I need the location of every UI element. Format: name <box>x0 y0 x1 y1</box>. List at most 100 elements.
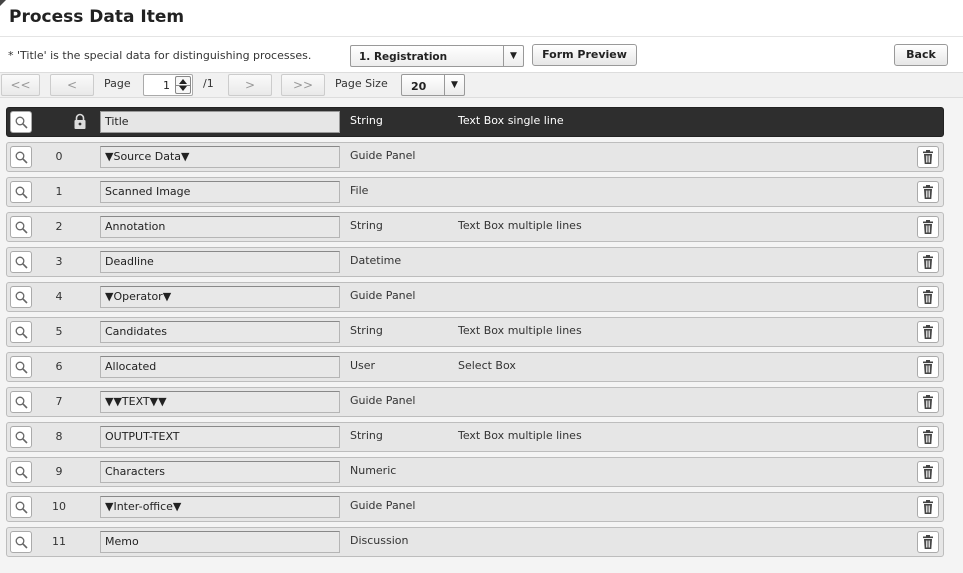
data-item-name[interactable]: OUTPUT-TEXT <box>100 426 340 448</box>
data-item-index: 8 <box>55 430 63 443</box>
page-number-input[interactable]: 1 <box>143 74 193 96</box>
data-item-name[interactable]: ▼▼TEXT▼▼ <box>100 391 340 413</box>
data-item-type: Numeric <box>350 464 397 477</box>
data-item-row: 2 Annotation String Text Box multiple lines <box>6 212 944 242</box>
magnifier-icon[interactable] <box>10 251 32 273</box>
data-item-type: Datetime <box>350 254 402 267</box>
magnifier-icon[interactable] <box>10 321 32 343</box>
chevron-down-icon[interactable]: ▼ <box>503 46 523 66</box>
data-item-name[interactable]: Deadline <box>100 251 340 273</box>
data-item-index: 10 <box>52 500 66 513</box>
data-item-type: String <box>350 324 383 337</box>
trash-icon[interactable] <box>917 496 939 518</box>
page-spinner[interactable] <box>175 76 191 94</box>
back-button[interactable]: Back <box>894 44 948 66</box>
data-item-index: 9 <box>55 465 63 478</box>
magnifier-icon[interactable] <box>10 146 32 168</box>
magnifier-icon[interactable] <box>10 181 32 203</box>
data-item-control: Text Box multiple lines <box>458 219 582 232</box>
data-item-index: 3 <box>55 255 63 268</box>
data-item-row: 5 Candidates String Text Box multiple lines <box>6 317 944 347</box>
magnifier-icon[interactable] <box>10 356 32 378</box>
last-page-button[interactable]: >> <box>281 74 325 96</box>
data-item-row: 4 ▼Operator▼ Guide Panel <box>6 282 944 312</box>
page-size-value: 20 <box>411 80 427 93</box>
data-item-control: Text Box multiple lines <box>458 324 582 337</box>
data-item-name[interactable]: ▼Source Data▼ <box>100 146 340 168</box>
toolbar: * 'Title' is the special data for distin… <box>0 37 963 72</box>
magnifier-icon[interactable] <box>10 286 32 308</box>
data-item-name[interactable]: Candidates <box>100 321 340 343</box>
data-item-name[interactable]: Memo <box>100 531 340 553</box>
pagination-bar: << < Page 1 /1 > >> Page Size 20 ▼ <box>0 72 963 98</box>
data-item-type: Discussion <box>350 534 409 547</box>
form-select-value: 1. Registration <box>359 51 448 63</box>
next-page-button[interactable]: > <box>228 74 272 96</box>
data-item-row: 10 ▼Inter-office▼ Guide Panel <box>6 492 944 522</box>
data-item-type: Guide Panel <box>350 289 416 302</box>
title-row: Title String Text Box single line <box>6 107 944 137</box>
data-item-name[interactable]: Annotation <box>100 216 340 238</box>
data-item-type: File <box>350 184 369 197</box>
trash-icon[interactable] <box>917 146 939 168</box>
trash-icon[interactable] <box>917 356 939 378</box>
magnifier-icon[interactable] <box>10 496 32 518</box>
data-item-row: 9 Characters Numeric <box>6 457 944 487</box>
chevron-down-icon[interactable]: ▼ <box>444 75 464 95</box>
trash-icon[interactable] <box>917 461 939 483</box>
trash-icon[interactable] <box>917 181 939 203</box>
data-item-type: Guide Panel <box>350 499 416 512</box>
data-item-type: Guide Panel <box>350 394 416 407</box>
data-item-name[interactable]: Characters <box>100 461 340 483</box>
spin-up-icon[interactable] <box>179 79 187 84</box>
data-item-name[interactable]: ▼Operator▼ <box>100 286 340 308</box>
title-bar: Process Data Item <box>0 0 963 37</box>
data-item-name[interactable]: ▼Inter-office▼ <box>100 496 340 518</box>
data-item-name[interactable]: Scanned Image <box>100 181 340 203</box>
trash-icon[interactable] <box>917 251 939 273</box>
trash-icon[interactable] <box>917 391 939 413</box>
trash-icon[interactable] <box>917 216 939 238</box>
data-item-type: Guide Panel <box>350 149 416 162</box>
magnifier-icon[interactable] <box>10 531 32 553</box>
magnifier-icon[interactable] <box>10 426 32 448</box>
page-title: Process Data Item <box>9 7 185 27</box>
page-size-select[interactable]: 20 ▼ <box>401 74 465 96</box>
magnifier-icon[interactable] <box>10 111 32 133</box>
page-total: /1 <box>203 77 214 90</box>
magnifier-icon[interactable] <box>10 216 32 238</box>
data-item-index: 11 <box>52 535 66 548</box>
data-item-type: String <box>350 429 383 442</box>
spin-down-icon[interactable] <box>179 86 187 91</box>
data-item-row: 1 Scanned Image File <box>6 177 944 207</box>
form-select[interactable]: 1. Registration ▼ <box>350 45 524 67</box>
trash-icon[interactable] <box>917 286 939 308</box>
data-item-list: Title String Text Box single line 0 ▼Sour… <box>6 107 944 562</box>
lock-icon <box>73 113 87 133</box>
trash-icon[interactable] <box>917 426 939 448</box>
data-item-row: 11 Memo Discussion <box>6 527 944 557</box>
data-item-type: String <box>350 114 383 127</box>
data-item-index: 7 <box>55 395 63 408</box>
data-item-row: 3 Deadline Datetime <box>6 247 944 277</box>
first-page-button[interactable]: << <box>1 74 40 96</box>
corner-mark <box>0 0 6 6</box>
magnifier-icon[interactable] <box>10 461 32 483</box>
trash-icon[interactable] <box>917 321 939 343</box>
data-item-row: 0 ▼Source Data▼ Guide Panel <box>6 142 944 172</box>
page-number-value: 1 <box>163 79 170 92</box>
title-note: * 'Title' is the special data for distin… <box>8 49 312 62</box>
magnifier-icon[interactable] <box>10 391 32 413</box>
data-item-index: 5 <box>55 325 63 338</box>
data-item-index: 2 <box>55 220 63 233</box>
data-item-index: 4 <box>55 290 63 303</box>
data-item-control: Text Box single line <box>458 114 564 127</box>
page-size-label: Page Size <box>335 77 388 90</box>
data-item-name[interactable]: Allocated <box>100 356 340 378</box>
prev-page-button[interactable]: < <box>50 74 94 96</box>
trash-icon[interactable] <box>917 531 939 553</box>
form-preview-button[interactable]: Form Preview <box>532 44 637 66</box>
data-item-name[interactable]: Title <box>100 111 340 133</box>
data-item-control: Text Box multiple lines <box>458 429 582 442</box>
data-item-type: User <box>350 359 376 372</box>
